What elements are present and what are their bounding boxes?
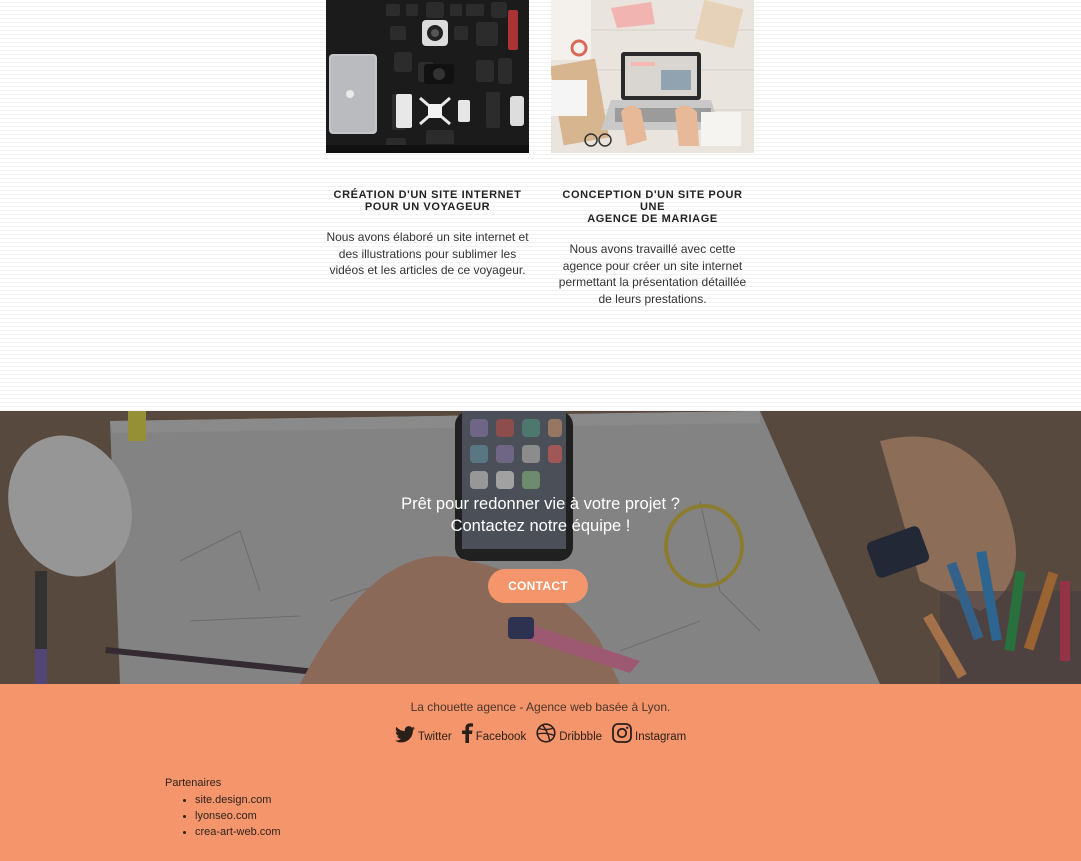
cta-line1: Prêt pour redonner vie à votre projet ? <box>401 495 680 513</box>
project-description-traveler: Nous avons élaboré un site internet et d… <box>326 230 529 278</box>
instagram-icon <box>612 723 632 743</box>
project-title-line2: POUR UN VOYAGEUR <box>364 201 491 213</box>
cta-overlay <box>0 411 1081 684</box>
dribbble-link[interactable]: Dribbble <box>536 723 602 743</box>
partner-link[interactable]: site.design.com <box>195 792 281 808</box>
dribbble-label: Dribbble <box>559 731 603 743</box>
facebook-link[interactable]: Facebook <box>461 723 527 743</box>
twitter-link[interactable]: Twitter <box>394 723 452 743</box>
instagram-label: Instagram <box>635 731 687 743</box>
cta-section: Prêt pour redonner vie à votre projet ? … <box>0 411 1081 684</box>
portfolio-section: CRÉATION D'UN SITE INTERNET POUR UN VOYA… <box>0 0 1081 411</box>
dribbble-icon <box>536 723 556 743</box>
partners-title: Partenaires <box>165 777 222 789</box>
twitter-label: Twitter <box>417 731 452 743</box>
project-card-wedding[interactable]: CONCEPTION D'UN SITE POUR UNE AGENCE DE … <box>551 0 754 307</box>
facebook-label: Facebook <box>475 731 527 743</box>
project-title-line1: CONCEPTION D'UN SITE POUR UNE <box>562 189 743 213</box>
footer-tagline: La chouette agence - Agence web basée à … <box>410 700 671 714</box>
project-description-wedding: Nous avons travaillé avec cette agence p… <box>558 242 747 306</box>
project-card-traveler[interactable]: CRÉATION D'UN SITE INTERNET POUR UN VOYA… <box>326 0 529 279</box>
instagram-link[interactable]: Instagram <box>612 723 686 743</box>
contact-button[interactable]: CONTACT <box>488 569 588 603</box>
cta-heading: Prêt pour redonner vie à votre projet ? … <box>0 493 1081 537</box>
site-footer: La chouette agence - Agence web basée à … <box>0 684 1081 861</box>
facebook-icon <box>461 723 473 743</box>
social-links: Twitter Facebook Dribbble Instagram <box>0 723 1081 743</box>
twitter-icon <box>394 726 415 743</box>
project-image-traveler[interactable] <box>326 0 529 153</box>
cta-line2: Contactez notre équipe ! <box>450 517 631 535</box>
project-title-line1: CRÉATION D'UN SITE INTERNET <box>333 189 522 201</box>
project-title-wedding: CONCEPTION D'UN SITE POUR UNE AGENCE DE … <box>551 189 754 225</box>
partners-section: Partenaires site.design.com lyonseo.com … <box>165 777 281 840</box>
partner-link[interactable]: lyonseo.com <box>195 808 281 824</box>
project-title-line2: AGENCE DE MARIAGE <box>587 213 718 225</box>
project-image-wedding[interactable] <box>551 0 754 153</box>
project-title-traveler: CRÉATION D'UN SITE INTERNET POUR UN VOYA… <box>326 189 529 213</box>
partner-link[interactable]: crea-art-web.com <box>195 824 281 840</box>
partners-list: site.design.com lyonseo.com crea-art-web… <box>165 792 281 840</box>
